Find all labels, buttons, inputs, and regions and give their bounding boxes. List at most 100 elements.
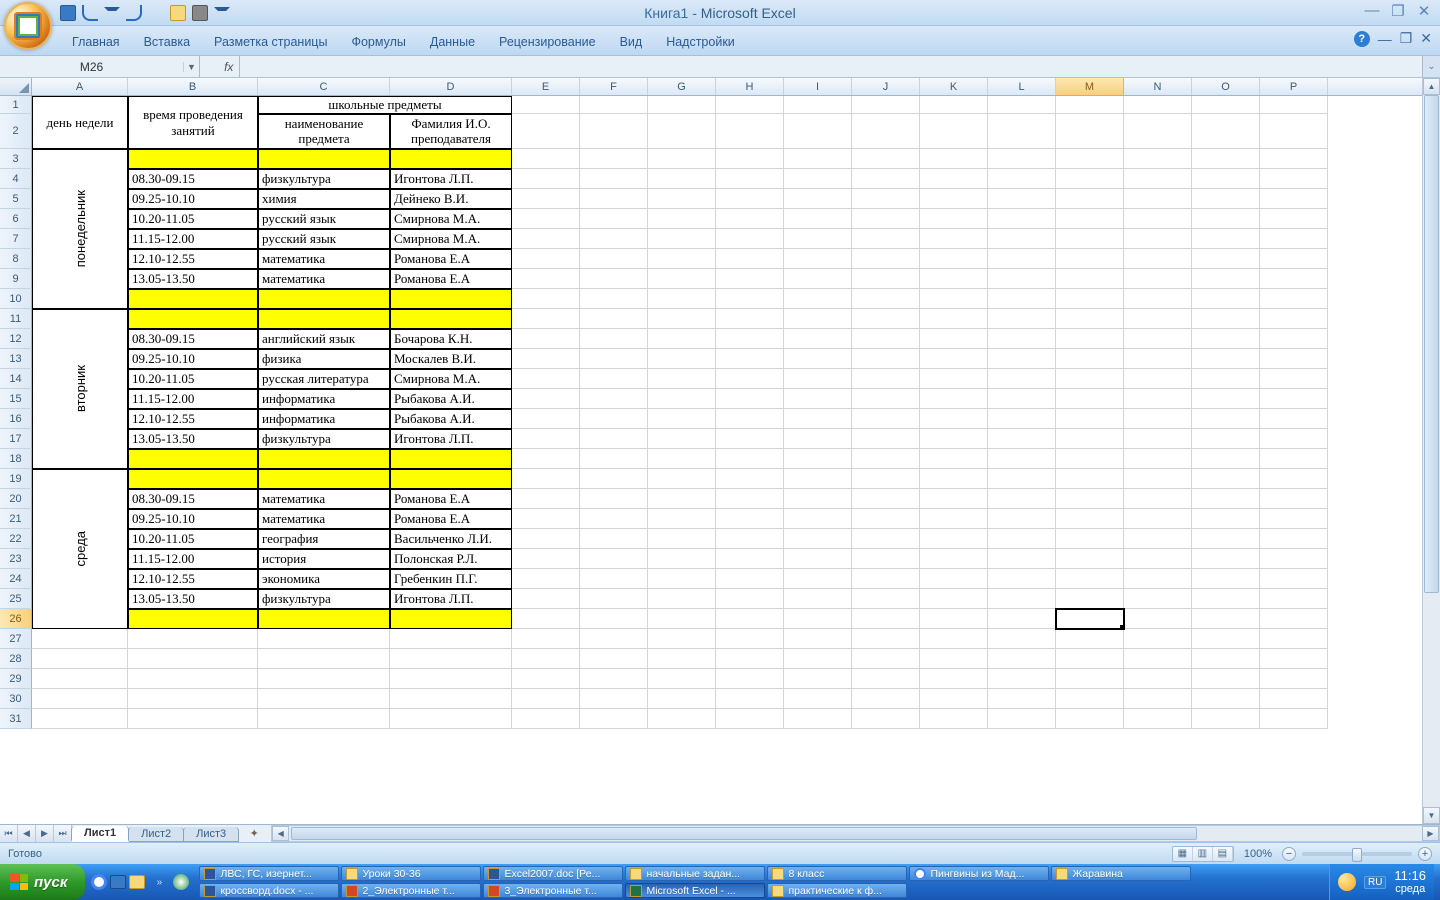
cell-J12[interactable] [852, 329, 920, 349]
row-header-8[interactable]: 8 [0, 249, 32, 269]
cell-B5[interactable]: 09.25-10.10 [128, 189, 258, 209]
cell-O12[interactable] [1192, 329, 1260, 349]
name-box-dropdown-icon[interactable]: ▼ [183, 62, 199, 72]
scroll-down-button[interactable]: ▼ [1423, 807, 1440, 824]
cell-H1[interactable] [716, 96, 784, 114]
cell-L2[interactable] [988, 114, 1056, 149]
column-header-J[interactable]: J [852, 78, 920, 95]
cell-M22[interactable] [1056, 529, 1124, 549]
workbook-minimize-button[interactable]: — [1378, 31, 1392, 47]
cell-F5[interactable] [580, 189, 648, 209]
cell-L6[interactable] [988, 209, 1056, 229]
cell-M16[interactable] [1056, 409, 1124, 429]
redo-icon[interactable] [126, 5, 142, 21]
cell-J25[interactable] [852, 589, 920, 609]
row-header-12[interactable]: 12 [0, 329, 32, 349]
cell-P31[interactable] [1260, 709, 1328, 729]
cell-I18[interactable] [784, 449, 852, 469]
cell-D5[interactable]: Дейнеко В.И. [390, 189, 512, 209]
cell-I16[interactable] [784, 409, 852, 429]
cell-C12[interactable]: английский язык [258, 329, 390, 349]
cell-N13[interactable] [1124, 349, 1192, 369]
cell-I10[interactable] [784, 289, 852, 309]
cell-B27[interactable] [128, 629, 258, 649]
cell-M29[interactable] [1056, 669, 1124, 689]
cell-K11[interactable] [920, 309, 988, 329]
cell-P30[interactable] [1260, 689, 1328, 709]
grid-rows[interactable]: 1день неделивремя проведения занятийшкол… [0, 96, 1440, 824]
cell-M3[interactable] [1056, 149, 1124, 169]
cell-L17[interactable] [988, 429, 1056, 449]
cell-G16[interactable] [648, 409, 716, 429]
cell-F27[interactable] [580, 629, 648, 649]
cell-P20[interactable] [1260, 489, 1328, 509]
scroll-left-button[interactable]: ◀ [272, 826, 289, 841]
cell-D30[interactable] [390, 689, 512, 709]
cell-C13[interactable]: физика [258, 349, 390, 369]
column-header-P[interactable]: P [1260, 78, 1328, 95]
cell-A11[interactable]: вторник [32, 309, 128, 469]
cell-B31[interactable] [128, 709, 258, 729]
cell-O16[interactable] [1192, 409, 1260, 429]
cell-N26[interactable] [1124, 609, 1192, 629]
cell-O18[interactable] [1192, 449, 1260, 469]
column-header-H[interactable]: H [716, 78, 784, 95]
cell-G24[interactable] [648, 569, 716, 589]
cell-G3[interactable] [648, 149, 716, 169]
cell-H5[interactable] [716, 189, 784, 209]
cell-F11[interactable] [580, 309, 648, 329]
cell-J22[interactable] [852, 529, 920, 549]
cell-L3[interactable] [988, 149, 1056, 169]
cell-B18[interactable] [128, 449, 258, 469]
cell-C5[interactable]: химия [258, 189, 390, 209]
cell-J23[interactable] [852, 549, 920, 569]
cell-O20[interactable] [1192, 489, 1260, 509]
cell-J7[interactable] [852, 229, 920, 249]
cell-O10[interactable] [1192, 289, 1260, 309]
cell-E31[interactable] [512, 709, 580, 729]
cell-K9[interactable] [920, 269, 988, 289]
cell-C1[interactable]: школьные предметы [258, 96, 512, 114]
cell-I25[interactable] [784, 589, 852, 609]
cell-K3[interactable] [920, 149, 988, 169]
cell-H8[interactable] [716, 249, 784, 269]
cell-E24[interactable] [512, 569, 580, 589]
cell-J4[interactable] [852, 169, 920, 189]
cell-J8[interactable] [852, 249, 920, 269]
cell-N15[interactable] [1124, 389, 1192, 409]
row-header-24[interactable]: 24 [0, 569, 32, 589]
cell-N2[interactable] [1124, 114, 1192, 149]
cell-J29[interactable] [852, 669, 920, 689]
cell-D17[interactable]: Игонтова Л.П. [390, 429, 512, 449]
cell-E18[interactable] [512, 449, 580, 469]
taskbar-button[interactable]: начальные задан... [625, 866, 765, 881]
cell-L26[interactable] [988, 609, 1056, 629]
cell-K27[interactable] [920, 629, 988, 649]
cell-N30[interactable] [1124, 689, 1192, 709]
column-header-E[interactable]: E [512, 78, 580, 95]
cell-J14[interactable] [852, 369, 920, 389]
sheet-last-button[interactable]: ⏭ [54, 825, 72, 842]
undo-icon[interactable] [82, 5, 98, 21]
row-header-1[interactable]: 1 [0, 96, 32, 114]
ribbon-tab-Вид[interactable]: Вид [608, 30, 655, 55]
cell-F13[interactable] [580, 349, 648, 369]
cell-B21[interactable]: 09.25-10.10 [128, 509, 258, 529]
cell-H12[interactable] [716, 329, 784, 349]
cell-D15[interactable]: Рыбакова А.И. [390, 389, 512, 409]
cell-P27[interactable] [1260, 629, 1328, 649]
row-header-5[interactable]: 5 [0, 189, 32, 209]
taskbar-button[interactable]: Пингвины из Мад... [909, 866, 1049, 881]
cell-O31[interactable] [1192, 709, 1260, 729]
cell-C17[interactable]: физкультура [258, 429, 390, 449]
cell-D6[interactable]: Смирнова М.А. [390, 209, 512, 229]
ribbon-tab-Разметка страницы[interactable]: Разметка страницы [202, 30, 339, 55]
cell-H4[interactable] [716, 169, 784, 189]
cell-M25[interactable] [1056, 589, 1124, 609]
cell-N12[interactable] [1124, 329, 1192, 349]
cell-M19[interactable] [1056, 469, 1124, 489]
cell-N10[interactable] [1124, 289, 1192, 309]
cell-E21[interactable] [512, 509, 580, 529]
cell-D4[interactable]: Игонтова Л.П. [390, 169, 512, 189]
cell-E12[interactable] [512, 329, 580, 349]
